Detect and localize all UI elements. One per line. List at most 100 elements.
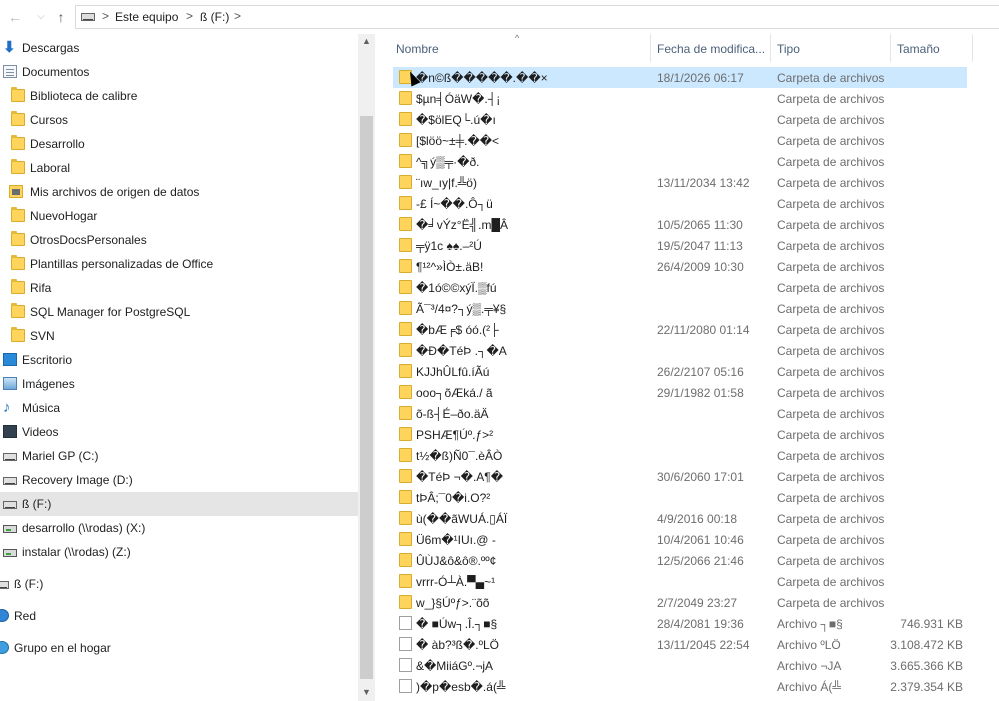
file-type: Carpeta de archivos xyxy=(777,92,885,106)
column-divider[interactable] xyxy=(770,34,771,62)
table-row[interactable]: � ■Úw┐.Î.┐■§ 28/4/2081 19:36 Archivo ┐■§ 74… xyxy=(393,613,967,634)
table-row[interactable]: ¶¹²^»ÌÒ±.äB! 26/4/2009 10:30 Carpeta de ar… xyxy=(393,256,967,277)
table-row[interactable]: ÛÙJ&ô&ô®.ºº¢ 12/5/2066 21:46 Carpeta de ar… xyxy=(393,550,967,571)
table-row[interactable]: �1ó©©xýÏ.▒fú Carpeta de archivos xyxy=(393,277,967,298)
table-row[interactable]: &�MiiáGº.¬jA Archivo ¬JA 3.665.366 KB xyxy=(393,655,967,676)
sidebar-item-sql-manager[interactable]: SQL Manager for PostgreSQL xyxy=(0,300,358,324)
breadcrumb-este-equipo[interactable]: Este equipo xyxy=(115,10,178,24)
table-row[interactable]: ¨ıw_ıy|f.╩ö) 13/11/2034 13:42 Carpeta de a… xyxy=(393,172,967,193)
sidebar-item-drive-z[interactable]: instalar (\\rodas) (Z:) xyxy=(0,540,358,564)
scroll-up-arrow-icon[interactable]: ▲ xyxy=(362,36,371,46)
table-row[interactable]: PSHÆ¶Úº.ƒ>² Carpeta de archivos xyxy=(393,424,967,445)
folder-icon xyxy=(11,207,25,222)
file-date-modified: 10/4/2061 10:46 xyxy=(657,533,744,547)
column-header-type[interactable]: Tipo xyxy=(777,42,800,56)
sidebar-scrollbar[interactable]: ▲ ▼ xyxy=(358,34,375,701)
column-header-date[interactable]: Fecha de modifica... xyxy=(657,42,765,56)
sidebar-item-laboral[interactable]: Laboral xyxy=(0,156,358,180)
file-type: Carpeta de archivos xyxy=(777,281,885,295)
file-name: PSHÆ¶Úº.ƒ>² xyxy=(416,428,494,442)
sidebar-item-videos[interactable]: Videos xyxy=(0,420,358,444)
table-row[interactable]: $µn╡ÓäW�.┤¡ Carpeta de archivos xyxy=(393,88,967,109)
sidebar-item-rifa[interactable]: Rifa xyxy=(0,276,358,300)
sidebar-item-red[interactable]: Red xyxy=(0,604,358,628)
table-row[interactable]: ooo┐õÆká./ ã 29/1/1982 01:58 Carpeta de ar… xyxy=(393,382,967,403)
table-row[interactable]: t½�ß)Ñ0¯.èÂÒ Carpeta de archivos xyxy=(393,445,967,466)
sidebar-item-imagenes[interactable]: Imágenes xyxy=(0,372,358,396)
folder-icon xyxy=(399,469,412,483)
sidebar-item-drive-f[interactable]: ß (F:) xyxy=(0,492,358,516)
scroll-down-arrow-icon[interactable]: ▼ xyxy=(362,687,371,697)
file-name: �TéÞ ¬�.A¶� xyxy=(416,470,504,484)
table-row[interactable]: �n©ß�����.��× 18/1/2026 06:17 Carpeta de a… xyxy=(393,67,967,88)
column-header-size[interactable]: Tamaño xyxy=(897,42,940,56)
sidebar-item-drive-x[interactable]: desarrollo (\\rodas) (X:) xyxy=(0,516,358,540)
file-name: vrrr-Ó┴À.▀▄~¹ xyxy=(416,575,496,589)
folder-icon xyxy=(11,135,25,150)
table-row[interactable]: Ã¯³/4¤?┐ý▒.╤¥§ Carpeta de archivos xyxy=(393,298,967,319)
up-arrow-icon[interactable]: ↑ xyxy=(52,8,70,26)
folder-icon xyxy=(399,385,412,399)
sidebar-item-drive-f-removable[interactable]: ß (F:) xyxy=(0,572,358,596)
table-row[interactable]: KJJhÛLfû.íÃú 26/2/2107 05:16 Carpeta de ar… xyxy=(393,361,967,382)
file-type: Carpeta de archivos xyxy=(777,512,885,526)
folder-icon xyxy=(399,280,412,294)
table-row[interactable]: [$löö~±╪.��< Carpeta de archivos xyxy=(393,130,967,151)
sidebar-item-drive-d[interactable]: Recovery Image (D:) xyxy=(0,468,358,492)
sidebar-item-nuevohogar[interactable]: NuevoHogar xyxy=(0,204,358,228)
file-type: Carpeta de archivos xyxy=(777,596,885,610)
file-date-modified: 19/5/2047 11:13 xyxy=(657,239,743,253)
column-header-name[interactable]: Nombre xyxy=(396,42,439,56)
folder-icon xyxy=(11,279,25,294)
file-icon xyxy=(399,679,412,693)
sidebar-item-biblioteca-calibre[interactable]: Biblioteca de calibre xyxy=(0,84,358,108)
network-drive-icon xyxy=(3,549,17,557)
table-row[interactable]: �bÆ╒$ óó.(²├ 22/11/2080 01:14 Carpeta de a… xyxy=(393,319,967,340)
sidebar-item-documentos[interactable]: Documentos xyxy=(0,60,358,84)
table-row[interactable]: vrrr-Ó┴À.▀▄~¹ Carpeta de archivos xyxy=(393,571,967,592)
sidebar-item-descargas[interactable]: ⬇ Descargas xyxy=(0,36,358,60)
table-row[interactable]: �Ð�TéÞ .┐�A Carpeta de archivos xyxy=(393,340,967,361)
chevron-down-icon[interactable]: ⌵ xyxy=(32,8,50,26)
sidebar-item-plantillas[interactable]: Plantillas personalizadas de Office xyxy=(0,252,358,276)
table-row[interactable]: Ü6m�¹IUı.@ - 10/4/2061 10:46 Carpeta de ar… xyxy=(393,529,967,550)
file-date-modified: 2/7/2049 23:27 xyxy=(657,596,738,610)
sidebar-item-escritorio[interactable]: Escritorio xyxy=(0,348,358,372)
sidebar-item-label: Descargas xyxy=(22,41,80,55)
table-row[interactable]: tÞÂ;¯0�i.O?² Carpeta de archivos xyxy=(393,487,967,508)
file-type: Archivo ¬JA xyxy=(777,659,842,673)
column-divider[interactable] xyxy=(890,34,891,62)
table-row[interactable]: �TéÞ ¬�.A¶� 30/6/2060 17:01 Carpeta de arc… xyxy=(393,466,967,487)
column-divider[interactable] xyxy=(972,34,973,62)
address-bar[interactable]: > Este equipo > ß (F:) > xyxy=(75,5,999,29)
breadcrumb-drive-f[interactable]: ß (F:) xyxy=(200,10,229,24)
scrollbar-thumb[interactable] xyxy=(360,116,373,679)
column-divider[interactable] xyxy=(650,34,651,62)
sidebar-item-origen-datos[interactable]: Mis archivos de origen de datos xyxy=(0,180,358,204)
sidebar-item-drive-c[interactable]: Mariel GP (C:) xyxy=(0,444,358,468)
sidebar-item-desarrollo[interactable]: Desarrollo xyxy=(0,132,358,156)
table-row[interactable]: ╤ÿ1c ♠♠.–²Ú 19/5/2047 11:13 Carpeta de arc… xyxy=(393,235,967,256)
table-row[interactable]: ù(��ãWUÁ.▯ÁÏ 4/9/2016 00:18 Carpeta de arc… xyxy=(393,508,967,529)
file-name: �Ð�TéÞ .┐�A xyxy=(416,344,507,358)
table-row[interactable]: )�p�esb�.á(╩ Archivo Á(╩ 2.379.354 KB xyxy=(393,676,967,697)
sidebar-item-otrosdocs[interactable]: OtrosDocsPersonales xyxy=(0,228,358,252)
table-row[interactable]: �╛vÝz°Ë╣.m█Â 10/5/2065 11:30 Carpeta de ar… xyxy=(393,214,967,235)
sidebar-item-label: Cursos xyxy=(30,113,69,127)
table-row[interactable]: õ-ß┤É–ðo.äÄ Carpeta de archivos xyxy=(393,403,967,424)
table-row[interactable]: �$ölEQ└.ú�ı Carpeta de archivos xyxy=(393,109,967,130)
sidebar-item-svn[interactable]: SVN xyxy=(0,324,358,348)
table-row[interactable]: � àb?³ß�.ºLÖ 13/11/2045 22:54 Archivo ºLÖ 3… xyxy=(393,634,967,655)
folder-icon xyxy=(11,159,25,174)
sidebar-item-label: Documentos xyxy=(22,65,90,79)
table-row[interactable]: w_}§Úºƒ>.¨õõ 2/7/2049 23:27 Carpeta de arc… xyxy=(393,592,967,613)
back-arrow-icon[interactable]: ← xyxy=(6,8,24,26)
sidebar-item-grupo-hogar[interactable]: Grupo en el hogar xyxy=(0,636,358,660)
table-row[interactable]: -£ Í~��.Ô┐ü Carpeta de archivos xyxy=(393,193,967,214)
sidebar-item-label: Laboral xyxy=(30,161,71,175)
folder-icon xyxy=(399,490,412,504)
sidebar-item-cursos[interactable]: Cursos xyxy=(0,108,358,132)
table-row[interactable]: ^╗ý▒╤·�ð. Carpeta de archivos xyxy=(393,151,967,172)
sidebar-item-label: Desarrollo xyxy=(30,137,85,151)
sidebar-item-musica[interactable]: ♪ Música xyxy=(0,396,358,420)
